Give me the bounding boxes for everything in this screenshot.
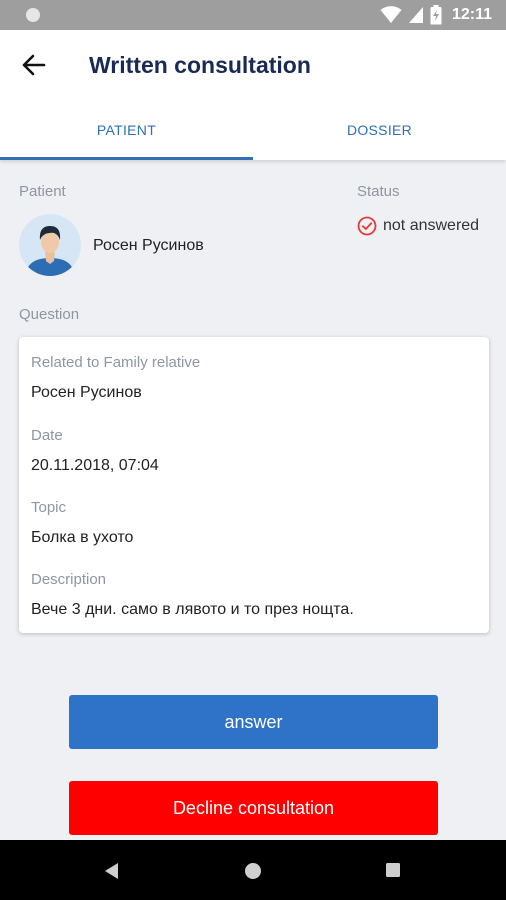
question-card: Related to Family relative Росен Русинов… xyxy=(19,337,489,633)
description-value: Вече 3 дни. само в лявото и то през нощт… xyxy=(31,601,354,618)
tab-dossier[interactable]: DOSSIER xyxy=(253,100,506,160)
wifi-icon xyxy=(380,6,402,23)
status-indicator: not answered xyxy=(357,216,479,236)
signal-icon xyxy=(408,7,423,23)
recents-square-icon[interactable] xyxy=(385,862,401,878)
battery-charging-icon xyxy=(430,5,442,25)
status-time: 12:11 xyxy=(451,6,492,23)
check-circle-icon xyxy=(357,216,377,236)
status-label: Status xyxy=(357,183,400,200)
system-nav-bar xyxy=(0,840,506,900)
status-bar: 12:11 xyxy=(0,0,506,30)
back-triangle-icon[interactable] xyxy=(104,862,120,880)
date-label: Date xyxy=(31,427,63,444)
topic-label: Topic xyxy=(31,499,67,516)
patient-name: Росен Русинов xyxy=(93,237,204,254)
back-button[interactable] xyxy=(18,51,52,79)
date-value: 20.11.2018, 07:04 xyxy=(31,457,159,474)
home-circle-icon[interactable] xyxy=(244,862,262,880)
answer-button[interactable]: answer xyxy=(69,695,438,749)
related-value: Росен Русинов xyxy=(31,384,142,401)
patient-label: Patient xyxy=(19,183,66,200)
related-label: Related to Family relative xyxy=(31,354,201,371)
tab-patient[interactable]: PATIENT xyxy=(0,100,253,160)
notification-dot-icon xyxy=(26,8,40,22)
decline-consultation-button[interactable]: Decline consultation xyxy=(69,781,438,835)
app-bar: Written consultation xyxy=(0,30,506,101)
tab-bar: PATIENT DOSSIER xyxy=(0,100,506,160)
status-value: not answered xyxy=(383,217,480,234)
avatar xyxy=(19,214,81,276)
status-icons: 12:11 xyxy=(380,5,492,25)
topic-value: Болка в ухото xyxy=(31,529,134,546)
description-label: Description xyxy=(31,571,107,588)
question-label: Question xyxy=(19,306,80,323)
arrow-left-icon xyxy=(22,54,46,76)
page-title: Written consultation xyxy=(89,52,311,78)
